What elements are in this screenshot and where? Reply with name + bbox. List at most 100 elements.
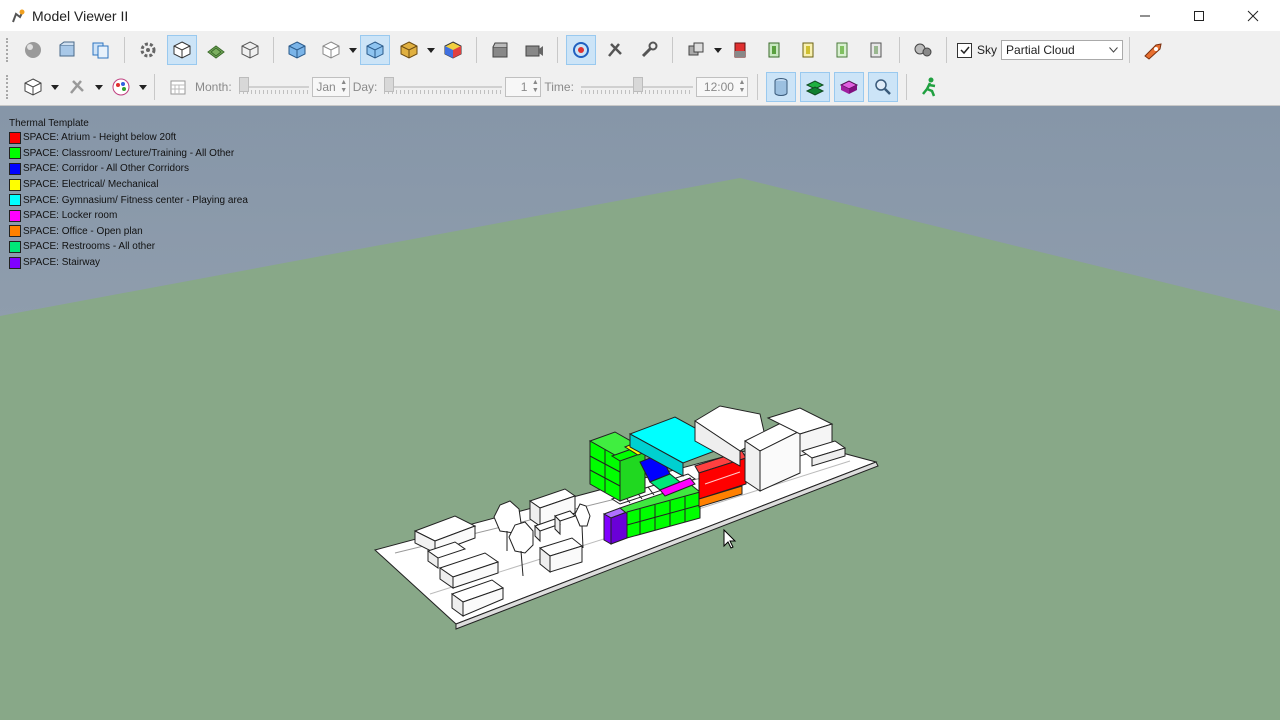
legend-item: SPACE: Electrical/ Mechanical [9,177,248,193]
legend-item: SPACE: Classroom/ Lecture/Training - All… [9,146,248,162]
building-red-button[interactable] [725,35,755,65]
legend-label: SPACE: Office - Open plan [23,225,143,237]
sphere-icon [25,42,41,58]
outline-view-button[interactable] [316,35,346,65]
render-button[interactable] [18,35,48,65]
maximize-button[interactable] [1172,0,1226,31]
magnifier-icon [875,79,891,95]
model-layers-dropdown[interactable] [713,35,723,65]
shadow-view-button[interactable] [765,72,796,102]
walkthrough-button[interactable] [915,72,945,102]
toolbar-grip[interactable] [6,75,12,99]
spinner-arrows-icon[interactable]: ▲ ▼ [530,79,540,95]
textured-view-dropdown[interactable] [426,35,436,65]
textured-cube-icon [400,41,418,59]
open-model-icon [59,41,75,57]
building-green-button[interactable] [759,35,789,65]
lighting-dropdown[interactable] [94,72,104,102]
wireframe-cube-icon [241,41,259,59]
legend-swatch [9,194,21,207]
color-palette-button[interactable] [106,72,136,102]
sky-checkbox[interactable] [957,42,972,58]
record-button[interactable] [519,35,549,65]
legend-item: SPACE: Corridor - All Other Corridors [9,161,248,177]
outline-view-dropdown[interactable] [348,35,358,65]
month-spinner[interactable]: Jan ▲ ▼ [311,77,350,97]
sky-settings-button[interactable] [908,35,938,65]
view-style-dropdown[interactable] [50,72,60,102]
day-label: Day: [352,80,378,94]
transparent-view-button[interactable] [360,35,390,65]
building-lightgreen-button[interactable] [827,35,857,65]
thermal-template-legend: Thermal Template SPACE: Atrium - Height … [9,118,248,270]
legend-label: SPACE: Gymnasium/ Fitness center - Playi… [23,194,248,206]
day-value: 1 [520,80,528,94]
search-view-button[interactable] [867,72,898,102]
building-gray-icon [870,42,882,58]
color-palette-dropdown[interactable] [138,72,148,102]
minimize-button[interactable] [1118,0,1172,31]
model-layers-button[interactable] [681,35,711,65]
lighting-button[interactable] [62,72,92,102]
copy-icon [92,42,109,59]
time-label: Time: [544,80,574,94]
building-red-icon [734,42,746,58]
orbit-icon [573,42,589,58]
legend-item: SPACE: Gymnasium/ Fitness center - Playi… [9,192,248,208]
legend-swatch [9,162,21,175]
gear-icon [140,42,156,58]
purple-block-button[interactable] [833,72,864,102]
ground-plane-icon [207,45,225,59]
legend-swatch [9,147,21,160]
building-yellow-icon [802,42,814,58]
calendar-button[interactable] [163,72,193,102]
pan-tool-button[interactable] [600,35,630,65]
minimize-icon [1140,15,1150,16]
legend-label: SPACE: Corridor - All Other Corridors [23,163,189,175]
solid-view-button[interactable] [167,35,197,65]
chevron-down-icon [1109,47,1118,53]
green-surface-button[interactable] [799,72,830,102]
day-spinner[interactable]: 1 ▲ ▼ [505,77,542,97]
color-scheme-button[interactable] [438,35,468,65]
time-value: 12:00 [703,80,734,94]
settings-button[interactable] [133,35,163,65]
view-style-button[interactable] [18,72,48,102]
legend-label: SPACE: Locker room [23,210,118,222]
building-gray-button[interactable] [861,35,891,65]
film-camera-icon [525,45,543,57]
render-sky-button[interactable] [1138,35,1168,65]
color-cube-icon [444,41,462,59]
month-slider[interactable] [238,77,309,97]
textured-view-button[interactable] [394,35,424,65]
orbit-button[interactable] [566,35,596,65]
palette-icon [112,78,130,96]
close-button[interactable] [1226,0,1280,31]
open-model-button[interactable] [52,35,82,65]
spinner-arrows-icon[interactable]: ▲ ▼ [737,79,747,95]
month-value: Jan [316,80,336,94]
legend-label: SPACE: Restrooms - All other [23,241,156,253]
camera-button[interactable] [485,35,515,65]
building-yellow-button[interactable] [793,35,823,65]
spinner-arrows-icon[interactable]: ▲ ▼ [339,79,349,95]
day-slider[interactable] [384,77,503,97]
wireframe-button[interactable] [235,35,265,65]
measure-tool-button[interactable] [634,35,664,65]
shaded-view-button[interactable] [282,35,312,65]
toolbar-grip[interactable] [6,38,12,62]
close-icon [1247,10,1259,21]
time-spinner[interactable]: 12:00 ▲ ▼ [695,77,748,97]
ground-plane-button[interactable] [201,35,231,65]
time-toolbar: Month: Jan ▲ ▼ Day: 1 ▲ ▼ Time: 12:00 ▲ ▼ [0,69,1280,106]
cylinder-icon [774,78,788,96]
chevron-down-icon [95,84,103,90]
rocket-icon [1144,43,1162,60]
time-slider[interactable] [580,77,693,97]
blue-cube-icon [288,41,306,59]
sky-select[interactable]: Partial Cloud [1001,40,1124,60]
layers-icon [688,42,704,56]
legend-item: SPACE: Atrium - Height below 20ft [9,130,248,146]
wrench-icon [641,41,658,58]
copy-view-button[interactable] [86,35,116,65]
